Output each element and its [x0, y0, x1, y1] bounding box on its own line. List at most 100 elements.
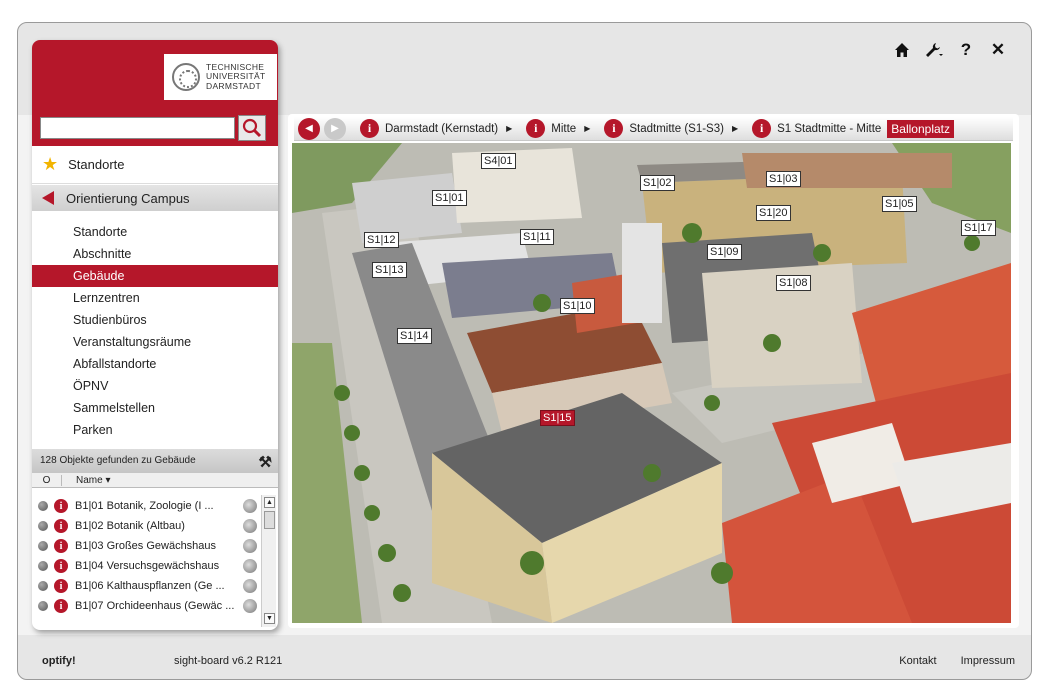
- contact-link[interactable]: Kontakt: [899, 655, 936, 667]
- category-item-abschnitte[interactable]: Abschnitte: [32, 243, 278, 265]
- results-tools-icon[interactable]: ⚒: [259, 451, 272, 475]
- status-dot-icon: [38, 561, 48, 571]
- result-label: B1|01 Botanik, Zoologie (I ...: [75, 500, 214, 512]
- result-row[interactable]: i B1|04 Versuchsgewächshaus: [32, 556, 260, 576]
- building-label[interactable]: S1|08: [776, 275, 811, 291]
- building-label[interactable]: S1|03: [766, 171, 801, 187]
- info-icon[interactable]: i: [54, 599, 68, 613]
- category-item-sammelstellen[interactable]: Sammelstellen: [32, 397, 278, 419]
- top-toolbar: ? ✕: [893, 40, 1007, 59]
- back-label: Orientierung Campus: [66, 190, 190, 206]
- building-label[interactable]: S1|20: [756, 205, 791, 221]
- info-icon[interactable]: i: [752, 119, 772, 138]
- close-button[interactable]: ✕: [989, 40, 1007, 59]
- university-logo[interactable]: TECHNISCHE UNIVERSITÄT DARMSTADT: [164, 54, 277, 100]
- info-icon[interactable]: i: [54, 579, 68, 593]
- map-3d-view[interactable]: S4|01 S1|01 S1|02 S1|03 S1|20 S1|05 S1|1…: [292, 143, 1011, 623]
- sidebar: TECHNISCHE UNIVERSITÄT DARMSTADT ★ Stand…: [32, 40, 278, 630]
- breadcrumb: ◀ ▶ i Darmstadt (Kernstadt) ▶ i Mitte ▶ i Sta…: [294, 117, 1013, 141]
- result-label: B1|02 Botanik (Altbau): [75, 520, 185, 532]
- results-list: i B1|01 Botanik, Zoologie (I ... i B1|02 B…: [32, 496, 260, 616]
- search-button[interactable]: [238, 115, 266, 141]
- globe-icon[interactable]: [243, 599, 257, 613]
- result-label: B1|07 Orchideenhaus (Gewäc ...: [75, 600, 235, 612]
- chevron-right-icon: ▶: [731, 124, 739, 133]
- imprint-link[interactable]: Impressum: [961, 655, 1015, 667]
- name-column-header[interactable]: Name: [62, 475, 111, 486]
- back-navigation[interactable]: Orientierung Campus: [32, 185, 278, 211]
- favorites-item[interactable]: ★ Standorte: [32, 146, 278, 184]
- wrench-icon[interactable]: [925, 41, 943, 59]
- info-icon[interactable]: i: [54, 499, 68, 513]
- info-icon[interactable]: i: [54, 519, 68, 533]
- result-row[interactable]: i B1|01 Botanik, Zoologie (I ...: [32, 496, 260, 516]
- footer: optify! sight-board v6.2 R121 Kontakt Im…: [18, 643, 1031, 679]
- result-label: B1|04 Versuchsgewächshaus: [75, 560, 220, 572]
- building-label[interactable]: S1|11: [520, 229, 554, 245]
- status-dot-icon: [38, 501, 48, 511]
- info-icon[interactable]: i: [360, 119, 379, 138]
- category-item-gebaeude[interactable]: Gebäude: [32, 265, 278, 287]
- category-item-lernzentren[interactable]: Lernzentren: [32, 287, 278, 309]
- search-input[interactable]: [40, 117, 235, 139]
- category-item-veranstaltungsraeume[interactable]: Veranstaltungsräume: [32, 331, 278, 353]
- back-arrow-icon: [42, 191, 54, 205]
- building-label[interactable]: S1|13: [372, 262, 407, 278]
- status-column-header[interactable]: O: [32, 474, 62, 486]
- info-icon[interactable]: i: [54, 539, 68, 553]
- chevron-right-icon: ▶: [506, 124, 513, 133]
- help-button[interactable]: ?: [957, 40, 975, 59]
- building-label[interactable]: S4|01: [481, 153, 516, 169]
- results-count: 128 Objekte gefunden zu Gebäude: [40, 455, 196, 466]
- history-forward-button[interactable]: ▶: [324, 117, 346, 140]
- history-back-button[interactable]: ◀: [298, 117, 320, 140]
- result-row[interactable]: i B1|06 Kalthauspflanzen (Ge ...: [32, 576, 260, 596]
- info-icon[interactable]: i: [604, 119, 624, 138]
- status-dot-icon: [38, 601, 48, 611]
- globe-icon[interactable]: [243, 539, 257, 553]
- footer-brand[interactable]: optify!: [42, 655, 76, 667]
- info-icon[interactable]: i: [526, 119, 546, 138]
- category-item-abfallstandorte[interactable]: Abfallstandorte: [32, 353, 278, 375]
- results-scrollbar[interactable]: ▲ ▼: [261, 495, 276, 627]
- globe-icon[interactable]: [243, 579, 257, 593]
- results-column-header: O Name: [32, 473, 278, 488]
- search-bar: [32, 112, 278, 146]
- building-label[interactable]: S1|10: [560, 298, 595, 314]
- building-label[interactable]: S1|12: [364, 232, 399, 248]
- star-icon: ★: [42, 154, 59, 174]
- status-dot-icon: [38, 521, 48, 531]
- building-label-selected[interactable]: S1|15: [540, 410, 575, 426]
- category-item-parken[interactable]: Parken: [32, 419, 278, 441]
- category-item-studienbueros[interactable]: Studienbüros: [32, 309, 278, 331]
- breadcrumb-item[interactable]: i Stadtmitte (S1-S3) ▶: [604, 119, 738, 138]
- result-row[interactable]: i B1|02 Botanik (Altbau): [32, 516, 260, 536]
- building-label[interactable]: S1|09: [707, 244, 742, 260]
- globe-icon[interactable]: [243, 559, 257, 573]
- info-icon[interactable]: i: [54, 559, 68, 573]
- scroll-thumb[interactable]: [264, 511, 275, 529]
- scroll-down-icon[interactable]: ▼: [264, 613, 275, 624]
- result-row[interactable]: i B1|03 Großes Gewächshaus: [32, 536, 260, 556]
- scroll-up-icon[interactable]: ▲: [264, 497, 275, 508]
- breadcrumb-item[interactable]: i Mitte ▶: [526, 119, 590, 138]
- globe-icon[interactable]: [243, 519, 257, 533]
- building-label[interactable]: S1|05: [882, 196, 917, 212]
- building-label[interactable]: S1|17: [961, 220, 996, 236]
- breadcrumb-item[interactable]: i S1 Stadtmitte - Mitte: [752, 119, 881, 138]
- building-label[interactable]: S1|14: [397, 328, 432, 344]
- globe-icon[interactable]: [243, 499, 257, 513]
- result-row[interactable]: i B1|07 Orchideenhaus (Gewäc ...: [32, 596, 260, 616]
- category-item-oepnv[interactable]: ÖPNV: [32, 375, 278, 397]
- category-item-standorte[interactable]: Standorte: [32, 221, 278, 243]
- home-icon[interactable]: [893, 41, 911, 59]
- building-label[interactable]: S1|01: [432, 190, 467, 206]
- app-frame: ? ✕ TECHNISCHE UNIVERSITÄT DARMSTADT ★ S…: [17, 22, 1032, 680]
- status-dot-icon: [38, 541, 48, 551]
- result-label: B1|06 Kalthauspflanzen (Ge ...: [75, 580, 225, 592]
- result-label: B1|03 Großes Gewächshaus: [75, 540, 217, 552]
- building-label[interactable]: S1|02: [640, 175, 675, 191]
- seal-icon: [172, 63, 200, 91]
- breadcrumb-item[interactable]: i Darmstadt (Kernstadt) ▶: [360, 119, 512, 138]
- status-dot-icon: [38, 581, 48, 591]
